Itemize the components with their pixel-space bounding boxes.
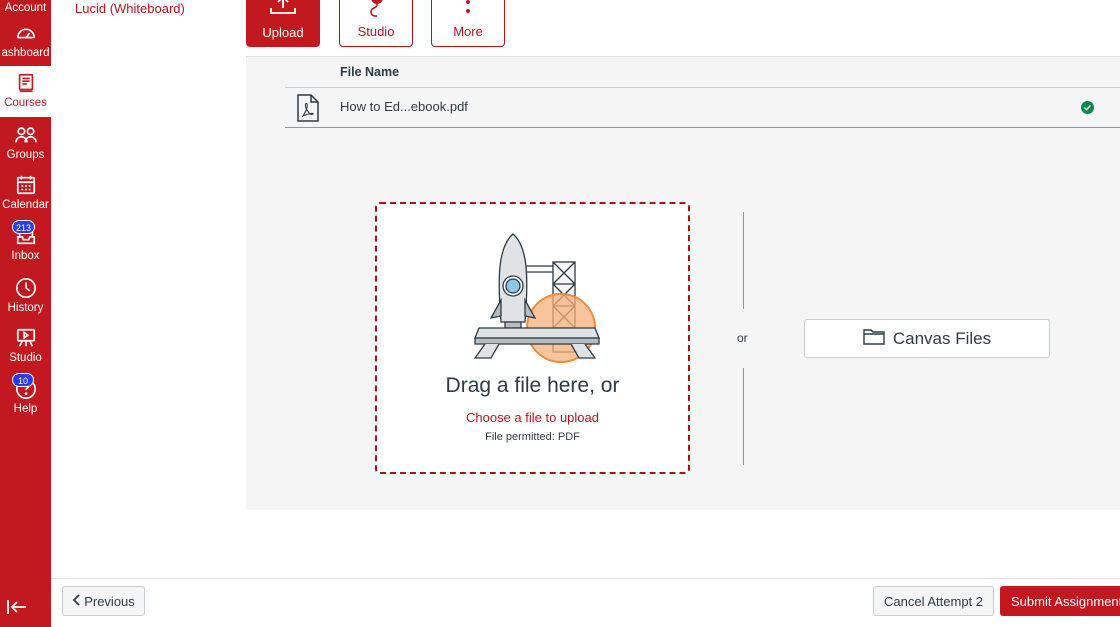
choose-file-link[interactable]: Choose a file to upload xyxy=(377,410,688,425)
nav-label: History xyxy=(7,302,44,314)
global-nav: Account ashboard Courses Groups Calendar… xyxy=(0,0,51,627)
divider xyxy=(743,212,744,309)
canvas-files-button[interactable]: Canvas Files xyxy=(804,319,1050,358)
studio-tab[interactable]: Studio xyxy=(339,0,413,47)
studio-tab-label: Studio xyxy=(357,24,395,39)
file-drop-zone[interactable]: Drag a file here, or Choose a file to up… xyxy=(375,202,690,474)
nav-label: ashboard xyxy=(1,47,50,59)
nav-label: Help xyxy=(13,403,38,415)
collapse-nav-button[interactable] xyxy=(4,597,30,621)
folder-icon xyxy=(863,327,885,350)
cancel-attempt-button[interactable]: Cancel Attempt 2 xyxy=(873,586,994,616)
inbox-badge: 213 xyxy=(12,220,36,234)
success-check-icon xyxy=(1081,101,1094,119)
divider xyxy=(285,87,1120,88)
nav-help[interactable]: Help 10 xyxy=(0,372,51,423)
courses-icon xyxy=(13,70,39,96)
canvas-files-label: Canvas Files xyxy=(892,328,992,348)
or-separator: or xyxy=(737,331,748,345)
nav-inbox[interactable]: Inbox 213 xyxy=(0,219,51,270)
rocket-launch-illustration xyxy=(465,230,605,370)
studio-record-icon xyxy=(361,0,391,21)
course-nav-lucid-whiteboard[interactable]: Lucid (Whiteboard) xyxy=(75,1,185,16)
groups-icon xyxy=(13,122,39,148)
nav-courses[interactable]: Courses xyxy=(0,66,51,117)
help-badge: 10 xyxy=(12,373,34,387)
history-icon xyxy=(13,275,39,301)
nav-dashboard[interactable]: ashboard xyxy=(0,16,51,67)
nav-label: Account xyxy=(4,2,47,14)
account-icon xyxy=(13,0,39,1)
previous-button[interactable]: Previous xyxy=(62,586,145,616)
nav-label: Groups xyxy=(6,149,45,161)
nav-label: Calendar xyxy=(2,199,49,211)
nav-studio[interactable]: Studio xyxy=(0,321,51,372)
file-name-header: File Name xyxy=(340,65,400,79)
divider xyxy=(285,127,1120,128)
nav-history[interactable]: History xyxy=(0,271,51,322)
divider xyxy=(743,368,744,465)
upload-tab[interactable]: Upload xyxy=(246,0,320,47)
file-permitted-text: File permitted: PDF xyxy=(485,431,580,443)
collapse-arrow-icon xyxy=(6,599,28,620)
nav-label: Inbox xyxy=(11,250,40,262)
more-tab[interactable]: More xyxy=(431,0,505,47)
upload-icon xyxy=(268,0,298,19)
file-row-name[interactable]: How to Ed...ebook.pdf xyxy=(340,99,468,114)
previous-label: Previous xyxy=(84,593,135,609)
studio-icon xyxy=(13,325,39,351)
nav-groups[interactable]: Groups xyxy=(0,118,51,169)
upload-tab-label: Upload xyxy=(262,25,304,40)
pdf-file-icon xyxy=(296,94,320,127)
divider xyxy=(51,578,1120,579)
drop-zone-title: Drag a file here, or xyxy=(445,374,620,397)
submit-assignment-button[interactable]: Submit Assignment xyxy=(1000,586,1120,616)
more-tab-label: More xyxy=(453,24,483,39)
divider xyxy=(246,56,1120,57)
nav-calendar[interactable]: Calendar xyxy=(0,168,51,219)
nav-label: Courses xyxy=(4,97,47,109)
dashboard-icon xyxy=(13,20,39,46)
nav-label: Studio xyxy=(9,352,42,364)
calendar-icon xyxy=(13,172,39,198)
chevron-left-icon xyxy=(72,593,80,609)
more-dots-icon xyxy=(463,0,473,21)
